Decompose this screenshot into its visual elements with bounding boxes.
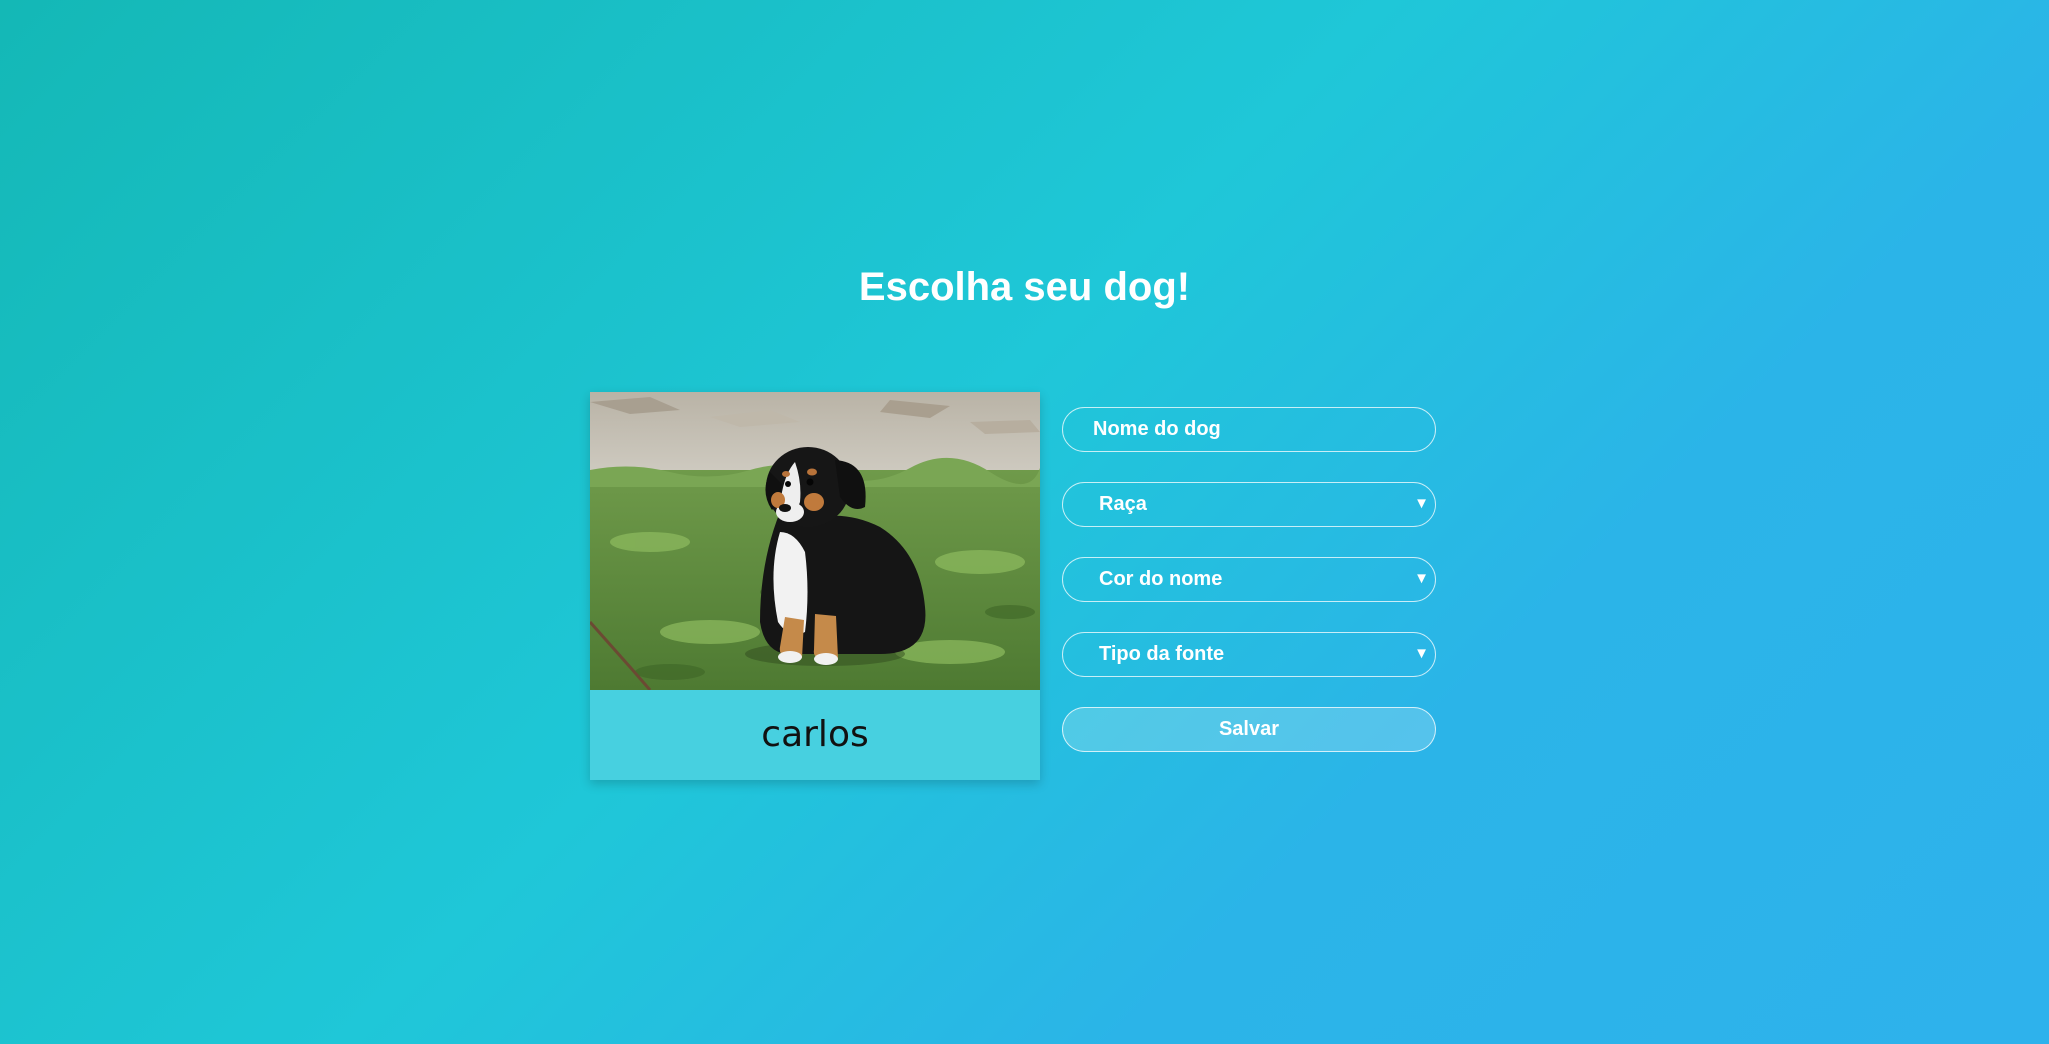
dog-name-input[interactable] (1093, 408, 1413, 450)
name-color-select-label: Cor do nome (1099, 568, 1223, 590)
dog-photo (590, 392, 1040, 690)
name-color-select[interactable]: Cor do nome ▼ (1062, 557, 1436, 602)
dog-form: Raça ▼ Cor do nome ▼ Tipo da fonte ▼ Sal… (1062, 407, 1436, 752)
dog-name-field[interactable] (1062, 407, 1436, 452)
breed-select[interactable]: Raça ▼ (1062, 482, 1436, 527)
chevron-down-icon: ▼ (1414, 570, 1429, 587)
breed-select-label: Raça (1099, 493, 1147, 515)
dog-name-label: carlos (761, 714, 869, 755)
chevron-down-icon: ▼ (1414, 495, 1429, 512)
dog-card: carlos (590, 392, 1040, 780)
font-type-select[interactable]: Tipo da fonte ▼ (1062, 632, 1436, 677)
page-title: Escolha seu dog! (858, 265, 1191, 309)
save-button[interactable]: Salvar (1062, 707, 1436, 752)
chevron-down-icon: ▼ (1414, 645, 1429, 662)
font-type-select-label: Tipo da fonte (1099, 643, 1225, 665)
